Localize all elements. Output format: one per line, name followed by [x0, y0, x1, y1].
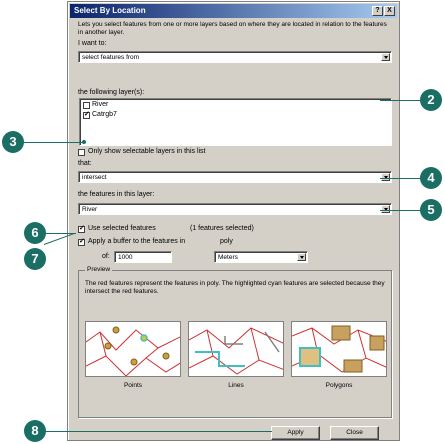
preview-text: The red features represent the features … [85, 280, 385, 295]
select-by-location-dialog: Select By Location ? X Lets you select f… [67, 1, 400, 441]
buffer-units-value: Meters [218, 254, 238, 261]
points-label: Points [123, 382, 143, 389]
polygons-label: Polygons [325, 382, 353, 389]
lines-illustration [189, 327, 283, 375]
layers-label: the following layer(s): [78, 89, 145, 96]
use-selected-checkbox[interactable] [78, 225, 85, 233]
callout-5-leader [380, 210, 422, 211]
preview-title: Preview [85, 266, 113, 273]
points-illustration [86, 326, 180, 376]
preview-group: Preview The red features represent the f… [78, 266, 392, 418]
want-to-select[interactable]: select features from [78, 51, 392, 63]
points-preview [85, 321, 181, 377]
only-selectable-checkbox[interactable] [78, 149, 85, 156]
polygons-preview [291, 321, 387, 377]
callout-3-dot [82, 140, 86, 144]
features-layer-select[interactable]: River [78, 203, 392, 215]
buffer-distance-value: 1000 [118, 254, 133, 261]
apply-buffer-label: Apply a buffer to the features in [88, 238, 186, 245]
callout-6: 6 [24, 222, 46, 244]
only-selectable-label: Only show selectable layers in this list [88, 148, 206, 155]
chevron-down-icon[interactable] [297, 253, 306, 261]
callout-4: 4 [420, 167, 442, 189]
callout-7: 7 [24, 248, 46, 270]
callout-2-leader [380, 100, 422, 101]
title-bar[interactable]: Select By Location ? X [70, 4, 397, 18]
buffer-distance-input[interactable]: 1000 [114, 251, 172, 263]
chevron-down-icon[interactable] [381, 173, 390, 181]
that-label: that: [78, 160, 92, 167]
spatial-relation-value: intersect [82, 174, 107, 181]
buffer-units-select[interactable]: Meters [214, 251, 308, 263]
want-to-value: select features from [82, 54, 140, 61]
apply-buffer-checkbox[interactable] [78, 238, 85, 246]
buffer-layer-name: poly [220, 238, 233, 245]
lines-preview [188, 321, 284, 377]
close-button[interactable]: Close [330, 426, 379, 440]
layer-name-river: River [92, 101, 109, 108]
callout-8-leader [44, 431, 272, 432]
layer-checkbox-catrgb7[interactable] [83, 111, 90, 119]
chevron-down-icon[interactable] [381, 53, 390, 61]
layer-name-catrgb7: Catrgb7 [92, 111, 117, 118]
callout-2: 2 [420, 89, 442, 111]
callout-5: 5 [420, 199, 442, 221]
want-label: I want to: [78, 40, 107, 47]
callout-3-leader [22, 142, 84, 143]
layer-list: River Catrgb7 [79, 98, 392, 146]
of-label: of: [102, 253, 110, 260]
use-selected-label: Use selected features [88, 225, 156, 232]
features-layer-value: River [82, 206, 98, 213]
features-label: the features in this layer: [78, 191, 155, 198]
dialog-title: Select By Location [74, 6, 146, 15]
polygons-illustration [292, 325, 386, 373]
apply-button[interactable]: Apply [271, 426, 320, 440]
close-window-button[interactable]: X [384, 6, 395, 16]
help-button[interactable]: ? [372, 6, 383, 16]
callout-8: 8 [24, 420, 46, 442]
layer-checkbox-river[interactable] [83, 102, 90, 109]
callout-4-leader [380, 178, 422, 179]
lines-label: Lines [228, 382, 244, 389]
spatial-relation-select[interactable]: intersect [78, 171, 392, 183]
chevron-down-icon[interactable] [381, 205, 390, 213]
callout-3: 3 [2, 131, 24, 153]
selected-count: (1 features selected) [190, 225, 254, 232]
description-text: Lets you select features from one or mor… [78, 21, 387, 36]
